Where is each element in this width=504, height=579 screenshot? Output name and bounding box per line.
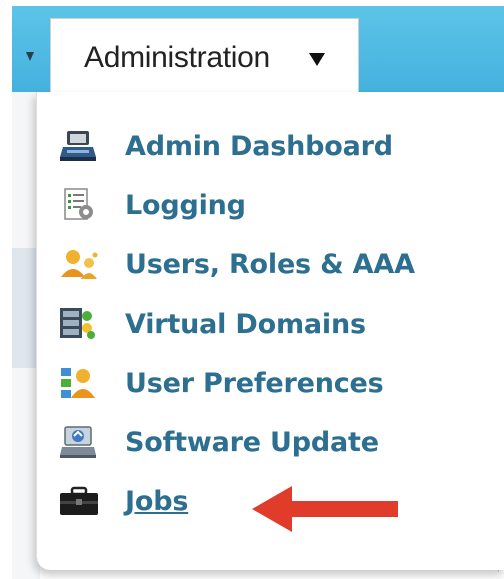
menu-item-label: Jobs <box>125 485 189 517</box>
menu-item-label: Virtual Domains <box>125 308 366 340</box>
virtual-domains-icon <box>59 306 103 342</box>
jobs-icon <box>59 483 103 519</box>
menu-item-jobs[interactable]: Jobs <box>59 481 188 521</box>
menu-item-admin-dashboard[interactable]: Admin Dashboard <box>59 126 393 166</box>
tab-administration-label: Administration <box>84 41 270 74</box>
menu-item-logging[interactable]: Logging <box>59 185 246 225</box>
nav-dropdown-caret-icon[interactable] <box>26 52 34 61</box>
menu-item-software-update[interactable]: Software Update <box>59 422 379 462</box>
menu-item-users-roles-aaa[interactable]: Users, Roles & AAA <box>59 244 415 284</box>
logging-icon <box>59 187 103 223</box>
menu-item-virtual-domains[interactable]: Virtual Domains <box>59 304 366 344</box>
menu-item-label: Logging <box>125 189 246 221</box>
menu-item-label: Software Update <box>125 426 379 458</box>
user-preferences-icon <box>59 365 103 401</box>
menu-item-user-preferences[interactable]: User Preferences <box>59 363 384 403</box>
menu-item-label: Users, Roles & AAA <box>125 248 415 280</box>
chevron-down-icon[interactable] <box>309 53 325 66</box>
software-update-icon <box>59 424 103 460</box>
red-arrow-annotation <box>252 486 398 532</box>
menu-item-label: User Preferences <box>125 367 384 399</box>
users-icon <box>59 246 103 282</box>
tab-administration[interactable]: Administration <box>50 18 359 92</box>
menu-item-label: Admin Dashboard <box>125 130 393 162</box>
dashboard-icon <box>59 128 103 164</box>
